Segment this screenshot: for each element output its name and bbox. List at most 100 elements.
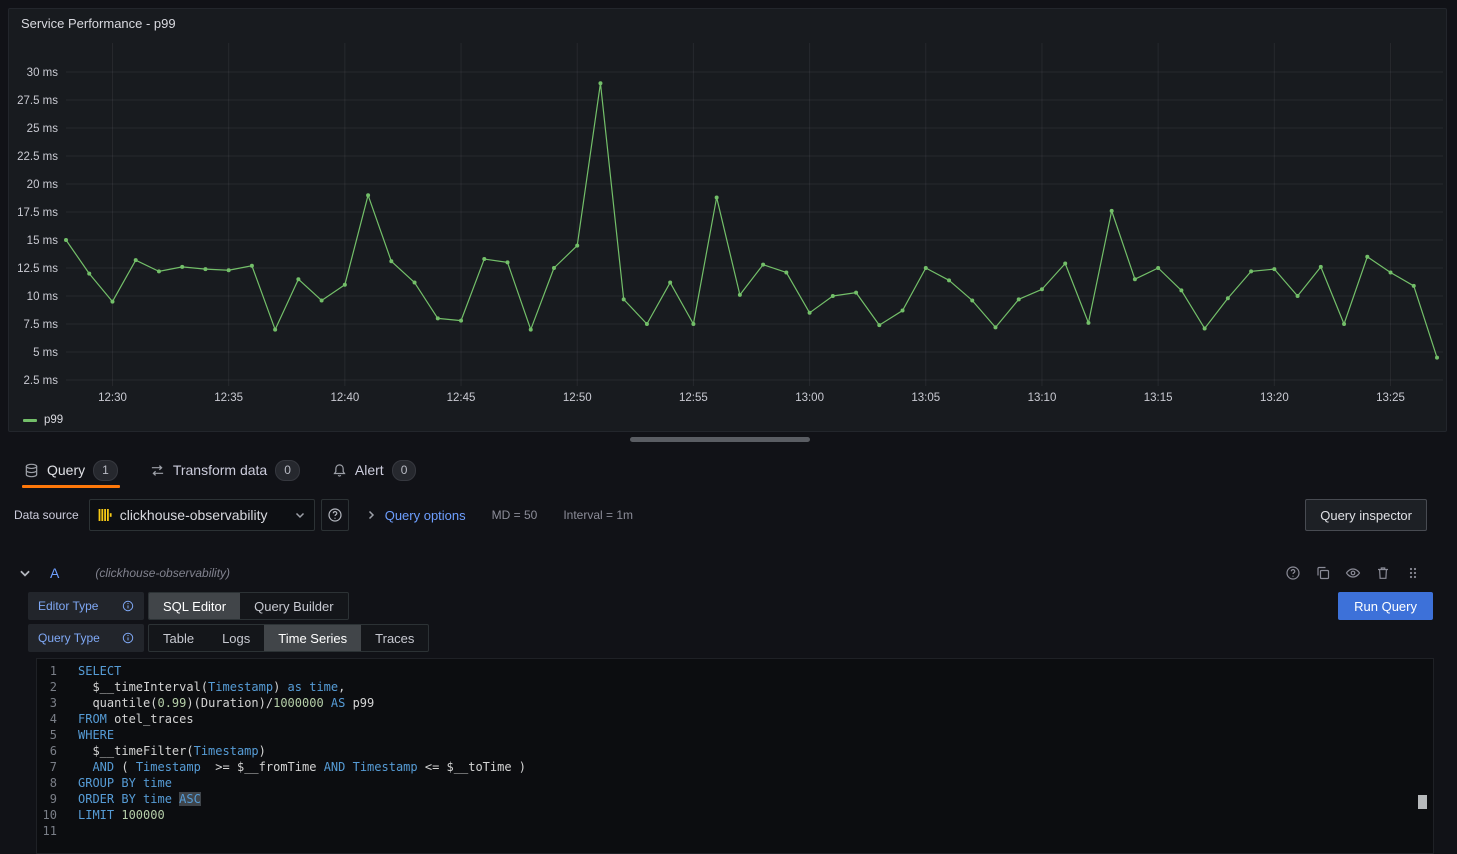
code-line[interactable]: 6 $__timeFilter(Timestamp) xyxy=(37,743,1433,759)
editor-scrollbar-thumb[interactable] xyxy=(1418,795,1427,809)
tab-query-label: Query xyxy=(47,462,85,478)
query-datasource-hint: (clickhouse-observability) xyxy=(95,566,230,580)
tab-transform-label: Transform data xyxy=(173,462,267,478)
max-data-points-value: MD = 50 xyxy=(492,508,538,522)
line-number: 10 xyxy=(37,807,57,823)
line-text: AND ( Timestamp >= $__fromTime AND Times… xyxy=(78,759,526,775)
editor-type-query-builder[interactable]: Query Builder xyxy=(240,593,347,619)
line-number: 5 xyxy=(37,727,57,743)
line-text: SELECT xyxy=(78,663,121,679)
code-line[interactable]: 1 SELECT xyxy=(37,663,1433,679)
query-row-actions xyxy=(1285,565,1421,581)
line-number: 9 xyxy=(37,791,57,807)
question-circle-icon xyxy=(327,507,343,523)
query-type-switcher: Table Logs Time Series Traces xyxy=(148,624,429,652)
code-line[interactable]: 2 $__timeInterval(Timestamp) as time, xyxy=(37,679,1433,695)
svg-text:17.5 ms: 17.5 ms xyxy=(17,207,58,219)
horizontal-scrollbar-thumb[interactable] xyxy=(630,437,810,442)
tabs-bar: Query 1 Transform data 0 Alert 0 xyxy=(8,452,1449,488)
line-number: 2 xyxy=(37,679,57,695)
code-line[interactable]: 4FROM otel_traces xyxy=(37,711,1433,727)
chart-legend[interactable]: p99 xyxy=(23,414,63,426)
chevron-right-icon[interactable] xyxy=(365,509,377,521)
code-line[interactable]: 5 WHERE xyxy=(37,727,1433,743)
clickhouse-logo-icon xyxy=(98,508,112,522)
line-number: 11 xyxy=(37,823,57,839)
info-circle-icon[interactable] xyxy=(122,632,134,644)
svg-text:13:15: 13:15 xyxy=(1144,392,1173,404)
svg-text:15 ms: 15 ms xyxy=(27,235,59,247)
svg-text:13:25: 13:25 xyxy=(1376,392,1405,404)
copy-icon[interactable] xyxy=(1315,565,1331,581)
info-circle-icon[interactable] xyxy=(122,600,134,612)
collapse-chevron-icon[interactable] xyxy=(18,566,32,580)
query-type-row: Query Type Table Logs Time Series Traces xyxy=(28,624,1433,652)
eye-icon[interactable] xyxy=(1345,565,1361,581)
tab-transform-count-badge: 0 xyxy=(275,460,300,481)
timeseries-panel: Service Performance - p99 2.5 ms5 ms7.5 … xyxy=(8,8,1447,432)
line-number: 7 xyxy=(37,759,57,775)
svg-text:13:00: 13:00 xyxy=(795,392,824,404)
svg-text:12:40: 12:40 xyxy=(330,392,359,404)
panel-title[interactable]: Service Performance - p99 xyxy=(21,16,176,31)
code-lines: 1SELECT2 $__timeInterval(Timestamp) as t… xyxy=(37,663,1433,839)
code-line[interactable]: 10 LIMIT 100000 xyxy=(37,807,1433,823)
trash-icon[interactable] xyxy=(1375,565,1391,581)
svg-text:12:30: 12:30 xyxy=(98,392,127,404)
svg-text:25 ms: 25 ms xyxy=(27,123,59,135)
line-number: 1 xyxy=(37,663,57,679)
svg-text:22.5 ms: 22.5 ms xyxy=(17,151,58,163)
code-line[interactable]: 9 ORDER BY time ASC xyxy=(37,791,1433,807)
query-type-chip: Query Type xyxy=(28,624,144,652)
line-text: LIMIT 100000 xyxy=(78,807,165,823)
tab-alert-count-badge: 0 xyxy=(392,460,417,481)
svg-text:10 ms: 10 ms xyxy=(27,291,59,303)
tab-alert[interactable]: Alert 0 xyxy=(330,452,418,488)
line-text: quantile(0.99)(Duration)/1000000 AS p99 xyxy=(78,695,374,711)
line-text: $__timeFilter(Timestamp) xyxy=(78,743,266,759)
code-line[interactable]: 8GROUP BY time xyxy=(37,775,1433,791)
run-query-button[interactable]: Run Query xyxy=(1338,592,1433,620)
svg-text:2.5 ms: 2.5 ms xyxy=(23,375,58,387)
svg-text:12:55: 12:55 xyxy=(679,392,708,404)
line-number: 3 xyxy=(37,695,57,711)
line-text: WHERE xyxy=(78,727,114,743)
help-circle-icon[interactable] xyxy=(1285,565,1301,581)
svg-text:13:20: 13:20 xyxy=(1260,392,1289,404)
query-type-time-series[interactable]: Time Series xyxy=(264,625,361,651)
svg-text:30 ms: 30 ms xyxy=(27,67,59,79)
line-number: 8 xyxy=(37,775,57,791)
svg-text:12.5 ms: 12.5 ms xyxy=(17,263,58,275)
code-line[interactable]: 11 xyxy=(37,823,1433,839)
editor-type-sql-editor[interactable]: SQL Editor xyxy=(149,593,240,619)
query-type-logs[interactable]: Logs xyxy=(208,625,264,651)
datasource-help-button[interactable] xyxy=(321,499,349,531)
editor-type-switcher: SQL Editor Query Builder xyxy=(148,592,349,620)
grafana-query-editor-page: Service Performance - p99 2.5 ms5 ms7.5 … xyxy=(0,0,1457,854)
code-line[interactable]: 7 AND ( Timestamp >= $__fromTime AND Tim… xyxy=(37,759,1433,775)
query-options-toggle[interactable]: Query options xyxy=(385,508,466,523)
svg-text:13:10: 13:10 xyxy=(1028,392,1057,404)
line-text: ORDER BY time ASC xyxy=(78,791,201,807)
sql-editor[interactable]: 1SELECT2 $__timeInterval(Timestamp) as t… xyxy=(36,658,1434,854)
bell-icon xyxy=(332,463,347,478)
line-text: $__timeInterval(Timestamp) as time, xyxy=(78,679,345,695)
svg-text:7.5 ms: 7.5 ms xyxy=(23,319,58,331)
svg-text:27.5 ms: 27.5 ms xyxy=(17,95,58,107)
query-type-label: Query Type xyxy=(38,631,100,645)
timeseries-chart: 2.5 ms5 ms7.5 ms10 ms12.5 ms15 ms17.5 ms… xyxy=(9,39,1446,411)
query-ref-id[interactable]: A xyxy=(50,565,59,581)
query-type-traces[interactable]: Traces xyxy=(361,625,428,651)
query-type-table[interactable]: Table xyxy=(149,625,208,651)
drag-handle-icon[interactable] xyxy=(1405,565,1421,581)
tab-transform-data[interactable]: Transform data 0 xyxy=(148,452,302,488)
query-inspector-button[interactable]: Query inspector xyxy=(1305,499,1427,531)
transform-icon xyxy=(150,463,165,478)
editor-type-chip: Editor Type xyxy=(28,592,144,620)
legend-series-label: p99 xyxy=(44,414,63,426)
query-toolbar: Data source clickhouse-observability xyxy=(8,498,1449,532)
code-line[interactable]: 3 quantile(0.99)(Duration)/1000000 AS p9… xyxy=(37,695,1433,711)
datasource-picker[interactable]: clickhouse-observability xyxy=(89,499,315,531)
legend-series-swatch xyxy=(23,419,37,422)
tab-query[interactable]: Query 1 xyxy=(22,452,120,488)
